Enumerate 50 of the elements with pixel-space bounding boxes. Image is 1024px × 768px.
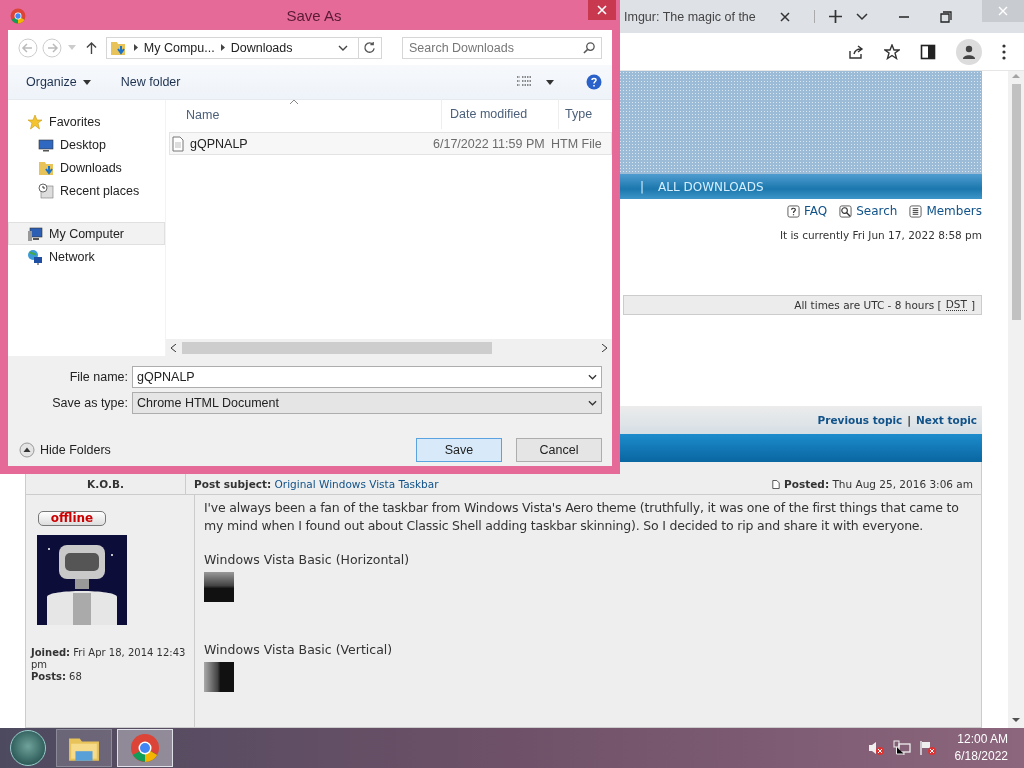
navigation-pane-item[interactable]: Downloads: [8, 156, 165, 179]
file-name-field[interactable]: gQPNALP: [132, 366, 602, 388]
members-link[interactable]: Members: [926, 204, 982, 218]
clock[interactable]: 12:00 AM 6/18/2022: [954, 731, 1008, 765]
hide-folders-button[interactable]: Hide Folders: [19, 442, 111, 458]
dialog-title: Save As: [285, 6, 342, 24]
save-button[interactable]: Save: [416, 438, 502, 462]
column-header[interactable]: Type: [558, 98, 612, 129]
file-date: 6/17/2022 11:59 PM: [432, 136, 545, 151]
next-topic-link[interactable]: Next topic: [916, 414, 977, 426]
separator-text: |: [907, 414, 912, 426]
separator-text: |: [640, 179, 645, 194]
posted-date: Posted: Thu Aug 25, 2016 3:06 am: [784, 478, 973, 490]
status-badge: offline: [38, 511, 106, 526]
current-time-text: It is currently Fri Jun 17, 2022 8:58 pm: [779, 229, 982, 241]
timezone-bracket: ]: [970, 299, 975, 311]
column-header[interactable]: Date modified: [441, 98, 558, 129]
file-name-label: File name:: [68, 370, 128, 384]
navigation-pane-item[interactable]: My Computer: [8, 222, 165, 245]
save-as-type-dropdown[interactable]: Chrome HTML Document: [132, 392, 602, 414]
timezone-text: All times are UTC - 8 hours [: [794, 299, 942, 311]
faq-link[interactable]: FAQ: [803, 204, 828, 218]
image-caption: Windows Vista Basic (Horizontal): [204, 552, 411, 567]
post-subject: Post subject: Original Windows Vista Taskbar: [194, 478, 439, 490]
file-row[interactable]: gQPNALP 6/17/2022 11:59 PM HTM File: [169, 132, 612, 155]
author-name: K.O.B.: [87, 478, 124, 490]
navigation-pane-item[interactable]: Network: [8, 245, 165, 268]
navigation-pane-item[interactable]: Recent places: [8, 179, 165, 202]
previous-topic-link[interactable]: Previous topic: [817, 414, 903, 426]
new-folder-button[interactable]: New folder: [120, 75, 181, 89]
navigation-pane-item[interactable]: Favorites: [8, 110, 165, 133]
file-name: gQPNALP: [190, 136, 248, 151]
tab-title: Imgur: The magic of the: [624, 9, 757, 24]
breadcrumb-item[interactable]: My Compu...: [143, 40, 215, 55]
address-bar[interactable]: My Compu... Downloads: [105, 36, 382, 59]
all-downloads-link[interactable]: ALL DOWNLOADS: [658, 179, 764, 194]
post-count: Posts: 68: [31, 671, 83, 683]
dst-abbreviation: DST: [945, 299, 967, 311]
breadcrumb-item[interactable]: Downloads: [230, 40, 293, 55]
save-as-type-label: Save as type:: [51, 396, 128, 410]
image-caption: Windows Vista Basic (Vertical): [204, 642, 394, 657]
file-type: HTM File: [550, 136, 603, 151]
search-field[interactable]: Search Downloads: [402, 36, 602, 59]
column-header[interactable]: Name: [166, 108, 441, 122]
search-link[interactable]: Search: [856, 204, 898, 218]
cancel-button[interactable]: Cancel: [516, 438, 602, 462]
joined-info: Joined: Fri Apr 18, 2014 12:43 pm: [31, 647, 187, 671]
organize-button[interactable]: Organize: [26, 75, 91, 89]
navigation-pane-item[interactable]: Desktop: [8, 133, 165, 156]
post-text: I've always been a fan of the taskbar from Windows Vista's Aero theme (truthfully, it was one of the first things that came to my mind when I found out about Classic Shell adding taskbar skinning). So I decided to rip and share it with everyone.: [204, 499, 960, 535]
